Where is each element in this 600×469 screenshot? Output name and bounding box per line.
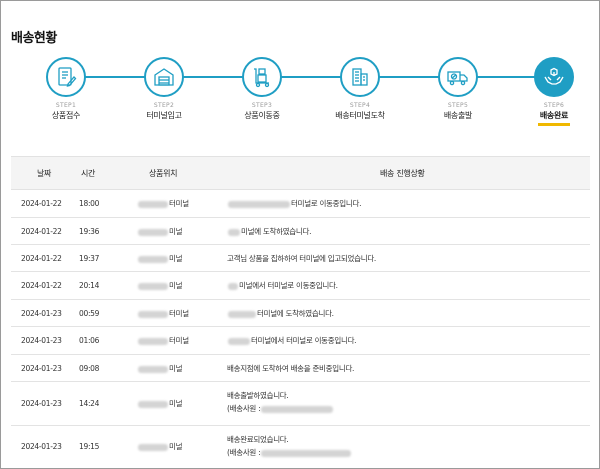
table-row: 2024-01-23 00:59 터미널 터미널에 도착하였습니다.: [11, 300, 590, 327]
column-header-time: 시간: [81, 169, 96, 178]
step-terminal-in: STEP2 터미널입고: [124, 57, 204, 121]
step-number: STEP2: [153, 102, 175, 109]
row-time: 14:24: [79, 399, 100, 408]
row-status: 미널에서 터미널로 이동중입니다.: [227, 280, 338, 291]
step-delivered: STEP6 배송완료: [514, 57, 594, 126]
cart-boxes-icon: [242, 57, 282, 97]
page-title: 배송현황: [11, 31, 57, 46]
table-row: 2024-01-23 09:08 미널 배송지점에 도착하여 배송을 준비중입니…: [11, 355, 590, 382]
row-time: 01:06: [79, 336, 100, 345]
row-date: 2024-01-22: [21, 281, 62, 290]
step-number: STEP6: [543, 102, 565, 109]
step-out-for-delivery: STEP5 배송출발: [418, 57, 498, 121]
row-date: 2024-01-23: [21, 336, 62, 345]
row-status-courier: (배송사원 :: [227, 403, 334, 414]
row-status: 터미널에 도착하였습니다.: [227, 308, 334, 319]
warehouse-icon: [144, 57, 184, 97]
row-date: 2024-01-23: [21, 364, 62, 373]
hands-box-icon: [534, 57, 574, 97]
row-location: 터미널: [137, 308, 189, 319]
row-time: 20:14: [79, 281, 100, 290]
step-receipt: STEP1 상품접수: [26, 57, 106, 121]
buildings-icon: [340, 57, 380, 97]
row-location: 터미널: [137, 198, 189, 209]
step-number: STEP3: [251, 102, 273, 109]
row-date: 2024-01-23: [21, 399, 62, 408]
column-header-location: 상품위치: [149, 169, 178, 178]
row-location: 터미널: [137, 335, 189, 346]
step-label: 상품접수: [51, 111, 81, 120]
row-status-courier: (배송사원 :: [227, 447, 352, 458]
table-row: 2024-01-23 19:15 미널 배송완료되었습니다. (배송사원 :: [11, 426, 590, 469]
step-label: 상품이동중: [244, 111, 280, 120]
row-date: 2024-01-23: [21, 442, 62, 451]
column-header-date: 날짜: [37, 169, 52, 178]
row-date: 2024-01-22: [21, 254, 62, 263]
table-header: 날짜 시간 상품위치 배송 진행상황: [11, 156, 590, 190]
row-location: 미널: [137, 441, 183, 452]
row-status: 터미널로 이동중입니다.: [227, 198, 361, 209]
column-header-status: 배송 진행상황: [380, 169, 425, 178]
row-status: 터미널에서 터미널로 이동중입니다.: [227, 335, 357, 346]
step-label: 터미널입고: [146, 111, 182, 120]
table-row: 2024-01-23 01:06 터미널 터미널에서 터미널로 이동중입니다.: [11, 327, 590, 355]
step-number: STEP5: [447, 102, 469, 109]
row-status: 고객님 상품을 집하하여 터미널에 입고되었습니다.: [227, 254, 377, 263]
row-date: 2024-01-23: [21, 309, 62, 318]
table-row: 2024-01-22 19:37 미널 고객님 상품을 집하하여 터미널에 입고…: [11, 245, 590, 272]
row-time: 09:08: [79, 364, 100, 373]
row-location: 미널: [137, 398, 183, 409]
step-label: 배송출발: [443, 111, 473, 120]
row-time: 19:37: [79, 254, 100, 263]
row-time: 00:59: [79, 309, 100, 318]
receipt-form-icon: [46, 57, 86, 97]
step-label: 배송터미널도착: [335, 111, 385, 120]
step-number: STEP4: [349, 102, 371, 109]
row-location: 미널: [137, 226, 183, 237]
active-step-underline: [538, 123, 570, 126]
row-status: 배송출발하였습니다.: [227, 391, 289, 400]
row-date: 2024-01-22: [21, 199, 62, 208]
table-row: 2024-01-23 14:24 미널 배송출발하였습니다. (배송사원 :: [11, 382, 590, 426]
step-label: 배송완료: [539, 111, 569, 120]
row-time: 19:15: [79, 442, 100, 451]
row-location: 미널: [137, 363, 183, 374]
row-time: 19:36: [79, 227, 100, 236]
delivery-truck-icon: [438, 57, 478, 97]
table-row: 2024-01-22 20:14 미널 미널에서 터미널로 이동중입니다.: [11, 272, 590, 300]
row-location: 미널: [137, 280, 183, 291]
row-time: 18:00: [79, 199, 100, 208]
table-row: 2024-01-22 19:36 미널 미널에 도착하였습니다.: [11, 218, 590, 245]
row-status: 배송지점에 도착하여 배송을 준비중입니다.: [227, 364, 355, 373]
row-location: 미널: [137, 253, 183, 264]
row-status: 미널에 도착하였습니다.: [227, 226, 311, 237]
table-row: 2024-01-22 18:00 터미널 터미널로 이동중입니다.: [11, 190, 590, 218]
step-terminal-arrival: STEP4 배송터미널도착: [320, 57, 400, 121]
row-status: 배송완료되었습니다.: [227, 435, 289, 444]
row-date: 2024-01-22: [21, 227, 62, 236]
step-in-transit: STEP3 상품이동중: [222, 57, 302, 121]
step-number: STEP1: [55, 102, 77, 109]
